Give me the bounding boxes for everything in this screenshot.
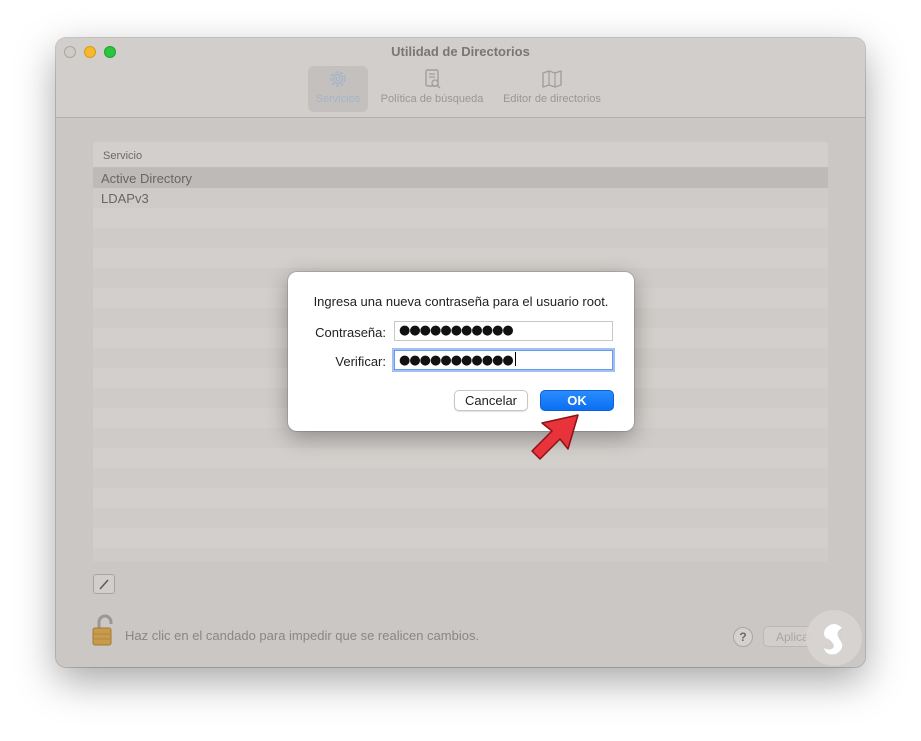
- toolbar-tab-servicios[interactable]: Servicios: [308, 66, 368, 112]
- pointer-arrow-icon: [531, 414, 579, 460]
- map-icon: [542, 70, 562, 88]
- toolbar-tab-label: Editor de directorios: [503, 93, 601, 105]
- table-row[interactable]: LDAPv3: [93, 188, 828, 208]
- help-button[interactable]: ?: [733, 627, 753, 647]
- cancel-button[interactable]: Cancelar: [454, 390, 528, 411]
- password-field-value: ●●●●●●●●●●●: [399, 323, 514, 338]
- empty-table-row: [93, 208, 828, 228]
- dialog-prompt: Ingresa una nueva contraseña para el usu…: [313, 294, 609, 309]
- lock-hint-text: Haz clic en el candado para impedir que …: [125, 628, 480, 643]
- table-row[interactable]: Active Directory: [93, 168, 828, 188]
- verify-label: Verificar:: [335, 354, 386, 369]
- empty-table-row: [93, 228, 828, 248]
- window-title: Utilidad de Directorios: [391, 44, 530, 59]
- empty-table-row: [93, 248, 828, 268]
- toolbar-tab-label: Servicios: [315, 93, 361, 105]
- verify-field-value: ●●●●●●●●●●●: [399, 353, 514, 368]
- unlocked-padlock-icon[interactable]: [89, 612, 119, 648]
- toolbar-tab-politica-de-busqueda[interactable]: Política de búsqueda: [374, 66, 490, 112]
- empty-table-row: [93, 448, 828, 468]
- empty-table-row: [93, 548, 828, 562]
- gear-icon: [330, 71, 346, 87]
- edit-service-button[interactable]: [93, 574, 115, 594]
- toolbar-tab-editor-de-directorios[interactable]: Editor de directorios: [496, 66, 608, 112]
- column-header-servicio[interactable]: Servicio: [93, 142, 828, 168]
- password-label: Contraseña:: [315, 325, 386, 340]
- password-field[interactable]: ●●●●●●●●●●●: [394, 321, 613, 341]
- title-bar: Utilidad de Directorios Servicios Políti…: [56, 38, 865, 118]
- pencil-icon: [99, 579, 109, 590]
- search-document-icon: [425, 69, 441, 89]
- empty-table-row: [93, 528, 828, 548]
- empty-table-row: [93, 508, 828, 528]
- empty-table-row: [93, 488, 828, 508]
- empty-table-row: [93, 428, 828, 448]
- text-caret: [514, 352, 516, 366]
- empty-table-row: [93, 468, 828, 488]
- solvetic-logo-icon: [806, 610, 862, 666]
- toolbar-tab-label: Política de búsqueda: [380, 93, 484, 105]
- verify-password-field[interactable]: ●●●●●●●●●●●: [394, 350, 613, 370]
